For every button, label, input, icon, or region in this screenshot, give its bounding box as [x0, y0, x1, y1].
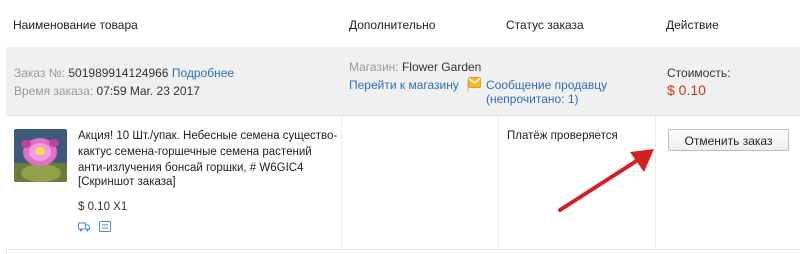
- unread-count[interactable]: (непрочитано: 1): [486, 92, 579, 106]
- table-bottom-border: [6, 249, 800, 250]
- header-extra: Дополнительно: [349, 18, 436, 32]
- cancel-order-button[interactable]: Отменить заказ: [668, 129, 789, 151]
- column-divider: [498, 116, 499, 250]
- cost-label: Стоимость:: [667, 66, 731, 80]
- header-action: Действие: [666, 18, 719, 32]
- item-price-quantity: $ 0.10 X1: [78, 201, 128, 213]
- product-title[interactable]: Акция! 10 Шт./упак. Небесные семена суще…: [78, 128, 340, 176]
- red-arrow-annotation: [558, 149, 654, 212]
- order-number-label: Заказ №:: [14, 66, 66, 80]
- store-name: Flower Garden: [401, 60, 482, 74]
- order-number: 501989914124966: [68, 66, 169, 80]
- truck-icon[interactable]: [78, 221, 90, 232]
- message-seller-link[interactable]: Сообщение продавцу: [486, 78, 607, 92]
- order-snapshot-link[interactable]: [Скриншот заказа]: [78, 176, 176, 188]
- order-time-label: Время заказа:: [14, 84, 94, 98]
- order-time-line: Время заказа: 07:59 Mar. 23 2017: [14, 84, 200, 98]
- header-status: Статус заказа: [506, 18, 584, 32]
- mail-icon: [468, 77, 481, 88]
- store-line: Магазин: Flower Garden: [349, 60, 481, 74]
- order-time: 07:59 Mar. 23 2017: [96, 84, 200, 98]
- store-label: Магазин:: [349, 60, 399, 74]
- header-product: Наименование товара: [13, 18, 138, 32]
- cactus-flower-image: [14, 129, 67, 182]
- order-cost: $ 0.10: [667, 82, 706, 98]
- table-header-row: Наименование товара Дополнительно Статус…: [6, 0, 800, 48]
- order-details-link[interactable]: Подробнее: [172, 66, 234, 80]
- order-number-line: Заказ №: 501989914124966 Подробнее: [14, 66, 234, 80]
- product-thumbnail[interactable]: [14, 129, 67, 182]
- document-icon[interactable]: [99, 221, 111, 232]
- column-divider: [341, 116, 342, 250]
- store-actions: Перейти к магазину |: [349, 78, 469, 92]
- go-to-store-link[interactable]: Перейти к магазину: [349, 78, 459, 92]
